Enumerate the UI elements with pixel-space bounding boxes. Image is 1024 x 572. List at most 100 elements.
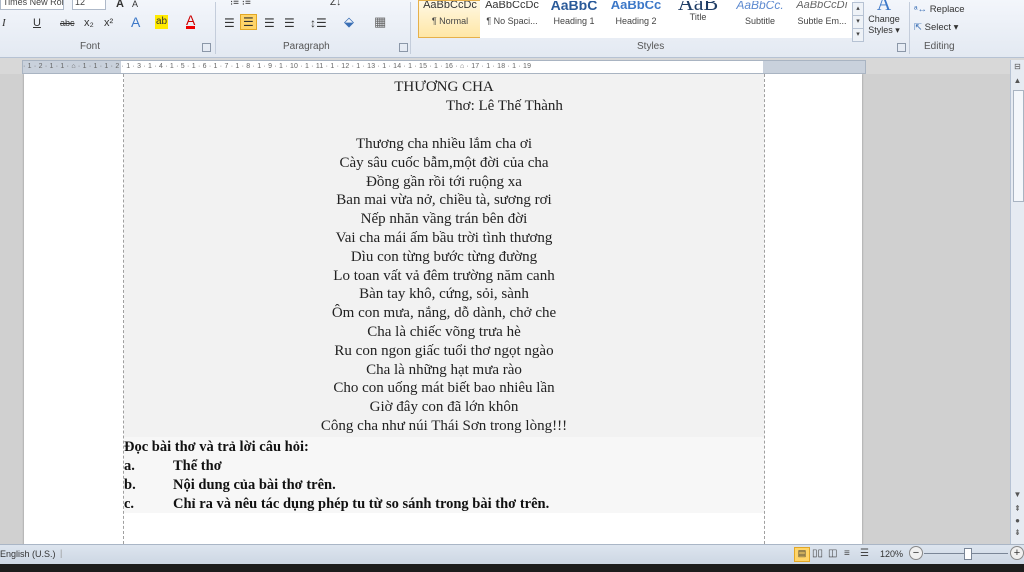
ribbon: Times New Roman 12 A A I U abc x₂ x² A a… bbox=[0, 0, 1024, 58]
select-button[interactable]: ⇱ Select ▾ bbox=[914, 22, 958, 33]
text-effects-icon[interactable]: A bbox=[131, 15, 140, 29]
poem-line: Cày sâu cuốc bẫm,một đời của cha bbox=[339, 154, 549, 171]
poem-line: Thương cha nhiều lắm cha ơi bbox=[355, 136, 533, 152]
scroll-down-icon[interactable]: ▼ bbox=[1013, 490, 1022, 500]
print-layout-icon[interactable]: ▤ bbox=[794, 547, 810, 562]
style-sample: AaBbCc. bbox=[736, 0, 784, 12]
style-6-tile[interactable]: AaBbCc. Subtitle bbox=[728, 0, 792, 38]
styles-scroll-up[interactable]: ▴ bbox=[852, 2, 864, 16]
question-marker: c. bbox=[124, 496, 135, 512]
select-arrow-icon: ⇱ bbox=[914, 22, 922, 33]
ribbon-separator bbox=[909, 2, 910, 54]
style-5-tile[interactable]: AaB Title bbox=[666, 0, 730, 38]
poem-author: Thơ: Lê Thế Thành bbox=[446, 98, 563, 114]
poem-line: Vai cha mái ấm bầu trời tình thương bbox=[335, 230, 553, 246]
bullets-icon[interactable]: ⁝≡ ⁝≡ bbox=[230, 0, 251, 10]
style-sample: AaBbCcDc bbox=[423, 0, 477, 11]
font-dialog-launcher[interactable]: ⌟ bbox=[202, 43, 211, 52]
style-name: Subtitle bbox=[744, 16, 776, 26]
horizontal-ruler[interactable]: · 1 · 2 · 1 · 1 · ⌂ · 1 · 1 · 1 · 2 · 1 … bbox=[22, 60, 866, 74]
change-styles-icon: A bbox=[876, 0, 892, 15]
document-canvas: THƯƠNG CHA Thơ: Lê Thế Thành Thương cha … bbox=[0, 74, 1010, 544]
question-marker: b. bbox=[124, 477, 136, 493]
justify-icon[interactable]: ☰ bbox=[284, 16, 295, 30]
outline-icon[interactable]: ≡ bbox=[844, 548, 850, 559]
align-right-icon[interactable]: ☰ bbox=[264, 16, 275, 30]
next-page-icon[interactable]: ⇟ bbox=[1013, 528, 1022, 538]
poem-line: Ôm con mưa, nắng, dỗ dành, chở che bbox=[331, 305, 557, 322]
shading-icon[interactable]: ⬙ bbox=[344, 15, 354, 29]
full-screen-reading-icon[interactable]: ▯▯ bbox=[812, 548, 823, 559]
style-sample: AaB bbox=[677, 0, 719, 15]
sort-icon[interactable]: Z↓ bbox=[330, 0, 341, 10]
status-separator: | bbox=[60, 548, 63, 558]
poem-line: Bàn tay khô, cứng, sỏi, sành bbox=[359, 286, 529, 303]
styles-scroll-down[interactable]: ▾ bbox=[852, 15, 864, 29]
style-7-tile[interactable]: AaBbCcDı Subtle Em... bbox=[790, 0, 854, 38]
font-color-icon[interactable]: A bbox=[186, 13, 196, 29]
superscript-button[interactable]: x² bbox=[104, 16, 113, 30]
strikethrough-button[interactable]: abc bbox=[60, 16, 75, 30]
style-name: Subtle Em... bbox=[797, 16, 847, 26]
style-2-tile[interactable]: AaBbCcDc ¶ No Spaci... bbox=[480, 0, 544, 38]
scroll-thumb[interactable] bbox=[1013, 90, 1024, 202]
styles-more-button[interactable]: ▾ bbox=[852, 28, 864, 42]
style-1-tile[interactable]: AaBbCcDc ¶ Normal bbox=[418, 0, 482, 38]
style-name: ¶ No Spaci... bbox=[486, 16, 538, 26]
paragraph-group-label: Paragraph bbox=[283, 41, 330, 52]
align-left-icon[interactable]: ☰ bbox=[224, 16, 235, 30]
editing-group-label: Editing bbox=[924, 41, 955, 52]
draft-icon[interactable]: ☰ bbox=[860, 548, 869, 559]
style-name: Title bbox=[689, 12, 707, 22]
font-size-combo[interactable]: 12 bbox=[72, 0, 106, 10]
align-center-icon[interactable]: ☰ bbox=[240, 14, 257, 30]
status-bar: English (U.S.) | ▤ ▯▯ ◫ ≡ ☰ 120% − + bbox=[0, 544, 1024, 565]
paragraph-dialog-launcher[interactable]: ⌟ bbox=[399, 43, 408, 52]
scroll-up-icon[interactable]: ▲ bbox=[1013, 76, 1022, 86]
style-4-tile[interactable]: AaBbCc Heading 2 bbox=[604, 0, 668, 38]
zoom-level[interactable]: 120% bbox=[880, 549, 903, 559]
poem-line: Giờ đây con đã lớn khôn bbox=[369, 399, 519, 416]
change-styles-label-2: Styles ▾ bbox=[868, 25, 900, 35]
font-name-combo[interactable]: Times New Roman bbox=[0, 0, 64, 10]
poem-line: Đồng gần rồi tới ruộng xa bbox=[366, 173, 522, 190]
vertical-scrollbar[interactable]: ⊟ ▲ ▼ ⇞ ● ⇟ bbox=[1010, 60, 1024, 544]
replace-button[interactable]: ᵃ↔ Replace bbox=[914, 4, 965, 15]
previous-page-icon[interactable]: ⇞ bbox=[1013, 504, 1022, 514]
styles-group-label: Styles bbox=[637, 41, 665, 52]
text-area[interactable]: THƯƠNG CHA Thơ: Lê Thế Thành Thương cha … bbox=[123, 74, 765, 544]
poem-block: THƯƠNG CHA Thơ: Lê Thế Thành Thương cha … bbox=[124, 74, 764, 437]
shrink-font-icon[interactable]: A bbox=[132, 0, 138, 11]
style-name: Heading 2 bbox=[615, 16, 657, 26]
style-sample: AaBbCcDı bbox=[796, 0, 848, 11]
style-3-tile[interactable]: AaBbC Heading 1 bbox=[542, 0, 606, 38]
borders-icon[interactable]: ▦ bbox=[374, 15, 386, 29]
poem-line: Cha là chiếc võng trưa hè bbox=[367, 324, 521, 340]
select-browse-object-icon[interactable]: ● bbox=[1013, 516, 1022, 526]
poem-title: THƯƠNG CHA bbox=[394, 79, 494, 95]
question-text: Nội dung của bài thơ trên. bbox=[173, 477, 336, 493]
style-sample: AaBbCcDc bbox=[485, 0, 539, 11]
styles-dialog-launcher[interactable]: ⌟ bbox=[897, 43, 906, 52]
zoom-in-button[interactable]: + bbox=[1010, 546, 1024, 560]
web-layout-icon[interactable]: ◫ bbox=[828, 548, 837, 559]
highlight-icon[interactable]: ab bbox=[155, 15, 169, 29]
grow-font-icon[interactable]: A bbox=[116, 0, 124, 11]
replace-icon: ᵃ↔ bbox=[914, 4, 928, 15]
underline-button[interactable]: U bbox=[33, 16, 41, 30]
ruler-numbers: · 1 · 2 · 1 · 1 · ⌂ · 1 · 1 · 1 · 2 · 1 … bbox=[23, 63, 532, 70]
ribbon-separator bbox=[215, 2, 216, 54]
select-label: Select ▾ bbox=[924, 22, 959, 33]
document-page[interactable]: THƯƠNG CHA Thơ: Lê Thế Thành Thương cha … bbox=[24, 74, 862, 544]
zoom-slider-thumb[interactable] bbox=[964, 548, 972, 560]
line-spacing-icon[interactable]: ↕☰ bbox=[310, 16, 327, 30]
style-name: Heading 1 bbox=[553, 16, 595, 26]
change-styles-button[interactable]: A Change Styles ▾ bbox=[864, 0, 904, 38]
replace-label: Replace bbox=[929, 4, 965, 15]
ruler-toggle-icon[interactable]: ⊟ bbox=[1013, 62, 1022, 72]
subscript-button[interactable]: x₂ bbox=[84, 16, 94, 30]
ribbon-separator bbox=[410, 2, 411, 54]
language-indicator[interactable]: English (U.S.) bbox=[0, 549, 56, 559]
zoom-out-button[interactable]: − bbox=[909, 546, 923, 560]
italic-button[interactable]: I bbox=[2, 16, 6, 30]
